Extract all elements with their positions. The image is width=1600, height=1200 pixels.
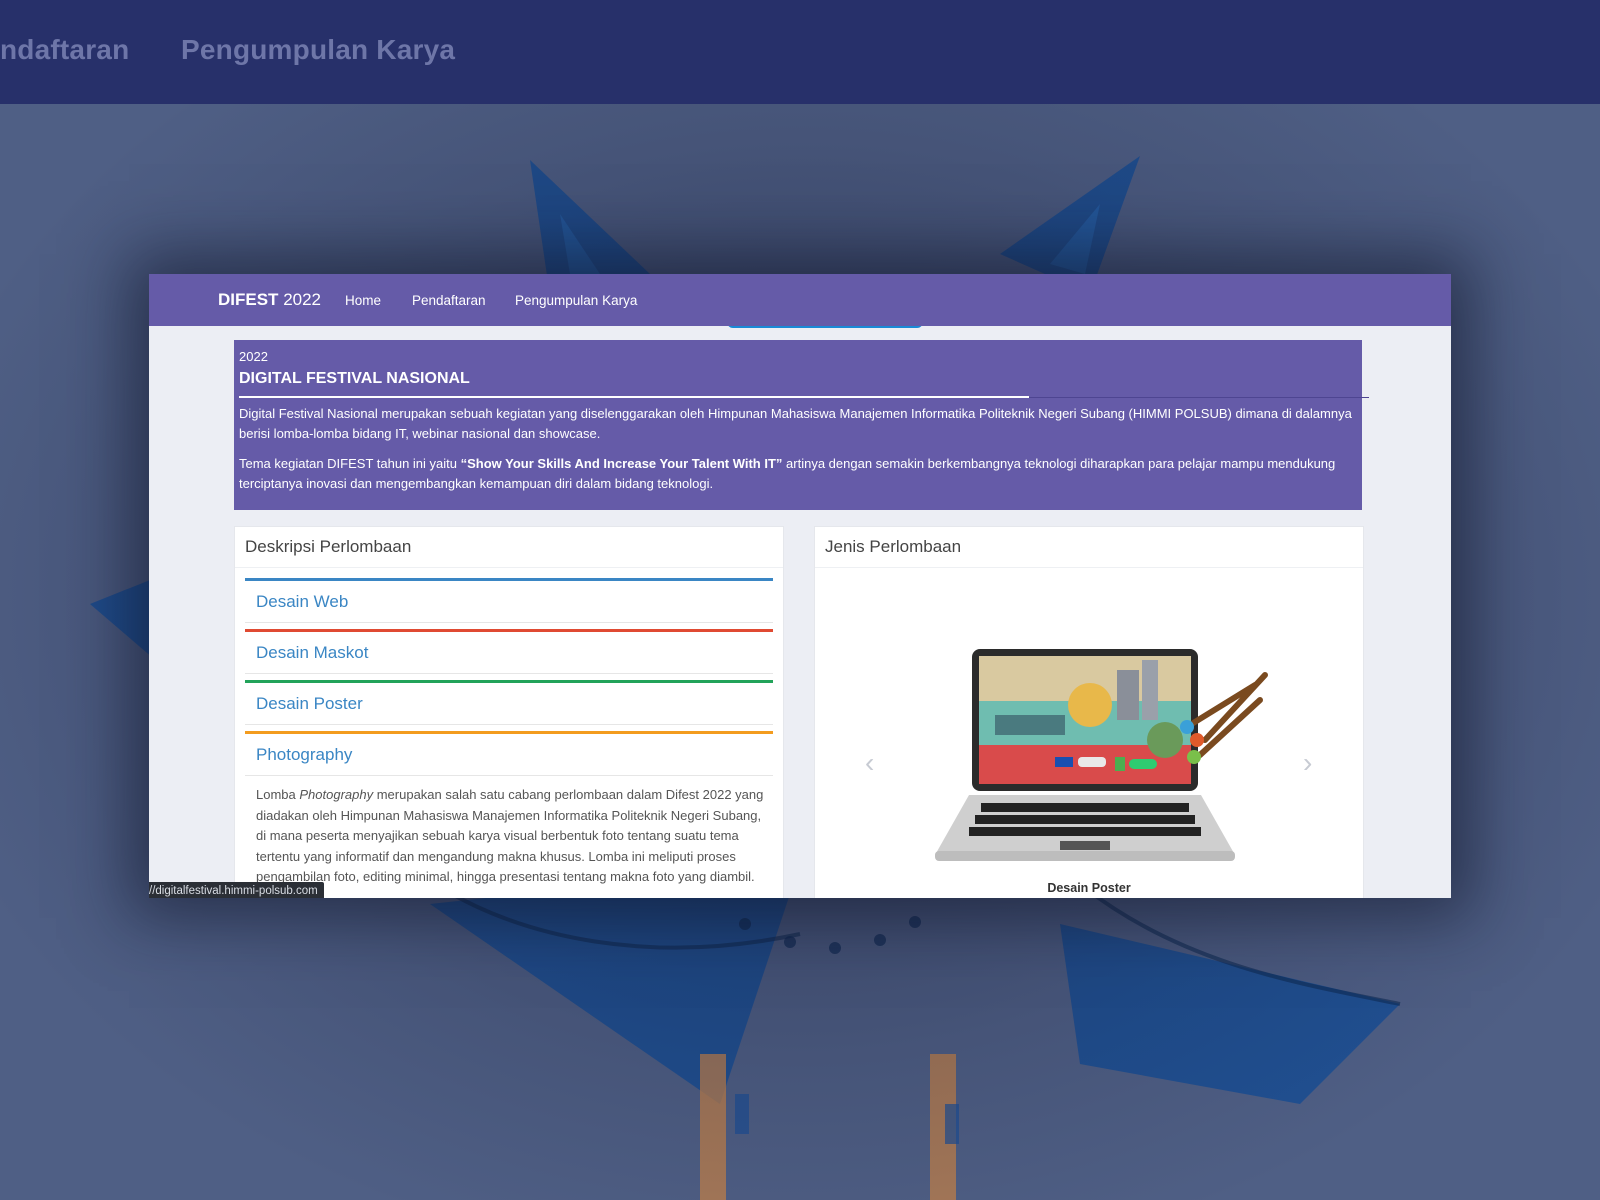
accordion-label: Desain Maskot: [256, 643, 369, 662]
hero-paragraph: Digital Festival Nasional merupakan sebu…: [239, 406, 1352, 441]
accordion-desain-maskot[interactable]: Desain Maskot: [245, 629, 773, 674]
carousel-caption: Desain Poster: [1047, 881, 1131, 895]
jenis-card-title: Jenis Perlombaan: [825, 537, 962, 556]
accordion-accent-bar: [245, 680, 773, 683]
hero-banner: 2022 DIGITAL FESTIVAL NASIONAL Digital F…: [234, 340, 1369, 510]
jenis-card-header: Jenis Perlombaan: [815, 527, 1363, 568]
accordion-desain-poster[interactable]: Desain Poster: [245, 680, 773, 725]
chevron-left-icon[interactable]: ‹: [865, 747, 874, 779]
accordion-label: Photography: [256, 745, 353, 764]
photography-description: Lomba Photography merupakan salah satu c…: [256, 785, 764, 888]
chevron-right-icon[interactable]: ›: [1303, 747, 1312, 779]
hero-divider: [239, 396, 1029, 398]
nav-pendaftaran[interactable]: Pendaftaran: [412, 293, 486, 308]
status-bar-url: //digitalfestival.himmi-polsub.com: [149, 882, 324, 898]
background-nav-item: ndaftaran: [0, 34, 130, 65]
accordion-photography[interactable]: Photography: [245, 731, 773, 776]
accordion-label: Desain Poster: [256, 694, 363, 713]
deskripsi-card-title: Deskripsi Perlombaan: [245, 537, 412, 556]
hero-theme-paragraph: Tema kegiatan DIFEST tahun ini yaitu “Sh…: [239, 454, 1355, 494]
theme-slogan: “Show Your Skills And Increase Your Tale…: [460, 456, 783, 471]
hero-year: 2022: [239, 349, 268, 364]
site-navbar: DIFEST 2022 Home Pendaftaran Pengumpulan…: [149, 274, 1451, 326]
accordion-desain-web[interactable]: Desain Web: [245, 578, 773, 623]
nav-home[interactable]: Home: [345, 293, 381, 308]
desc-prefix: Lomba: [256, 787, 300, 802]
website-preview-window: DIFEST 2022 Home Pendaftaran Pengumpulan…: [149, 274, 1451, 898]
hero-divider-shadow: [1029, 397, 1369, 398]
accordion-accent-bar: [245, 629, 773, 632]
laptop-poster-illustration: [935, 649, 1268, 861]
hero-title: DIGITAL FESTIVAL NASIONAL: [239, 370, 470, 387]
background-navbar: ndaftaran Pengumpulan Karya: [0, 0, 1600, 104]
brand-name: DIFEST: [218, 290, 279, 309]
accordion-accent-bar: [245, 578, 773, 581]
accordion-label: Desain Web: [256, 592, 349, 611]
brand-year: 2022: [283, 290, 322, 309]
jenis-card: Jenis Perlombaan ‹ › Desain Poster: [814, 526, 1364, 898]
deskripsi-card-header: Deskripsi Perlombaan: [235, 527, 783, 568]
theme-prefix: Tema kegiatan DIFEST tahun ini yaitu: [239, 456, 461, 471]
deskripsi-card: Deskripsi Perlombaan Desain Web Desain M…: [234, 526, 784, 898]
site-brand[interactable]: DIFEST 2022: [218, 290, 321, 310]
accordion-accent-bar: [245, 731, 773, 734]
desc-italic: Photography: [299, 787, 374, 802]
nav-pengumpulan-karya[interactable]: Pengumpulan Karya: [515, 293, 637, 308]
background-nav-item: Pengumpulan Karya: [181, 34, 456, 65]
